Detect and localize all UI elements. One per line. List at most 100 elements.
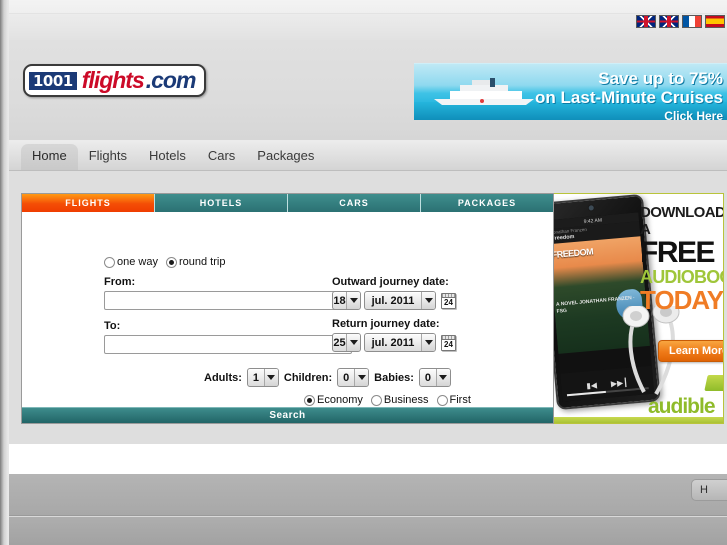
- flight-search-panel: FLIGHTS HOTELS CARS PACKAGES one way rou…: [21, 193, 554, 424]
- outward-date-row: 18 jul. 2011 24: [332, 291, 522, 310]
- outward-calendar-icon[interactable]: 24: [441, 292, 456, 309]
- audible-line-1: DOWNLOAD A: [640, 204, 724, 238]
- logo-tld: .com: [145, 67, 197, 93]
- first-label: First: [449, 394, 471, 406]
- audible-line-3: AUDIOBOOK: [640, 267, 723, 287]
- from-label: From:: [104, 276, 136, 288]
- search-tab-strip: FLIGHTS HOTELS CARS PACKAGES: [22, 194, 553, 212]
- audible-headline-block: DOWNLOAD A FREE AUDIOBOOK TODAY: [640, 204, 723, 314]
- browser-left-edge: [0, 0, 9, 545]
- learn-more-button[interactable]: Learn More: [658, 340, 723, 362]
- outward-month-select[interactable]: jul. 2011: [364, 291, 436, 310]
- book-cover-title: FREEDOM: [554, 246, 594, 261]
- browser-viewport: 1001 flights .com Save up to 75% on Last…: [0, 0, 727, 545]
- audible-line-2: FREE: [640, 236, 716, 269]
- origin-destination-column: From: To:: [104, 276, 354, 354]
- from-input[interactable]: [104, 291, 352, 310]
- previous-track-icon: ▮◀: [585, 380, 598, 390]
- babies-label: Babies:: [374, 371, 414, 384]
- nav-item-home[interactable]: Home: [21, 144, 78, 170]
- adults-label: Adults:: [204, 371, 242, 384]
- outward-month-value: jul. 2011: [371, 294, 415, 307]
- to-input[interactable]: [104, 335, 352, 354]
- tab-flights[interactable]: FLIGHTS: [22, 194, 155, 212]
- return-month-value: jul. 2011: [371, 336, 415, 349]
- language-selector: [636, 15, 725, 28]
- one-way-radio[interactable]: [104, 256, 115, 268]
- chevron-down-icon: [421, 334, 435, 351]
- outward-date-label: Outward journey date:: [332, 276, 449, 288]
- chevron-down-icon: [421, 292, 435, 309]
- audible-accent-bar: [554, 417, 723, 423]
- main-navigation: Home Flights Hotels Cars Packages: [9, 140, 727, 171]
- audible-line-4: TODAY: [640, 285, 724, 315]
- first-radio[interactable]: [436, 394, 448, 406]
- children-select[interactable]: 0: [337, 368, 370, 387]
- spanish-flag-icon[interactable]: [705, 15, 725, 28]
- chevron-down-icon: [354, 369, 369, 386]
- business-radio[interactable]: [370, 394, 382, 406]
- page-content: FLIGHTS HOTELS CARS PACKAGES one way rou…: [9, 171, 727, 444]
- trip-type-group: one way round trip: [104, 256, 231, 268]
- french-flag-icon[interactable]: [682, 15, 702, 28]
- browser-top-strip: [9, 0, 727, 14]
- round-trip-radio[interactable]: [165, 256, 177, 268]
- nav-item-flights[interactable]: Flights: [78, 144, 138, 170]
- site-logo[interactable]: 1001 flights .com: [23, 64, 207, 97]
- logo-number: 1001: [29, 71, 77, 90]
- chevron-down-icon: [263, 369, 278, 386]
- return-day-select[interactable]: 25: [332, 333, 361, 352]
- audible-brand-name: audible: [648, 395, 716, 418]
- tab-cars[interactable]: CARS: [288, 194, 421, 212]
- return-day-value: 25: [333, 336, 346, 349]
- babies-select[interactable]: 0: [418, 368, 451, 387]
- passengers-row: Adults: 1 Children: 0 Babies: 0: [204, 368, 451, 387]
- outward-day-value: 18: [333, 294, 346, 307]
- cruise-banner-text: Save up to 75% on Last-Minute Cruises Cl…: [493, 69, 723, 120]
- return-date-row: 25 jul. 2011 24: [332, 333, 522, 352]
- adults-select[interactable]: 1: [246, 368, 279, 387]
- page-whitespace: [9, 444, 727, 474]
- tab-hotels[interactable]: HOTELS: [155, 194, 288, 212]
- cruise-headline-2: on Last-Minute Cruises: [535, 88, 723, 107]
- return-calendar-icon[interactable]: 24: [441, 334, 456, 351]
- phone-camera-icon: [587, 204, 596, 212]
- chevron-down-icon: [346, 334, 360, 351]
- search-and-ad-row: FLIGHTS HOTELS CARS PACKAGES one way rou…: [21, 193, 724, 424]
- search-form: one way round trip From: To: Outward jou…: [22, 212, 553, 407]
- cruise-cta-link[interactable]: Click Here: [493, 109, 723, 120]
- business-label: Business: [383, 394, 429, 406]
- economy-radio[interactable]: [304, 394, 315, 406]
- nav-item-cars[interactable]: Cars: [197, 144, 246, 170]
- audible-logo-mark: [704, 375, 723, 391]
- round-trip-label: round trip: [178, 256, 226, 268]
- return-date-label: Return journey date:: [332, 318, 440, 330]
- english-gb-flag-icon[interactable]: [659, 15, 679, 28]
- footer-band-upper: [9, 474, 727, 516]
- chevron-down-icon: [435, 369, 450, 386]
- footer-band-lower: [9, 517, 727, 545]
- search-button[interactable]: Search: [22, 407, 553, 423]
- english-uk-flag-icon[interactable]: [636, 15, 656, 28]
- cruise-advertisement-banner[interactable]: Save up to 75% on Last-Minute Cruises Cl…: [414, 63, 727, 120]
- to-label: To:: [104, 320, 121, 332]
- logo-word: flights: [81, 67, 145, 93]
- one-way-label: one way: [117, 256, 158, 268]
- nav-item-packages[interactable]: Packages: [246, 144, 325, 170]
- site-top-bar: [9, 14, 727, 40]
- children-label: Children:: [283, 371, 333, 384]
- children-value: 0: [343, 371, 350, 384]
- return-calendar-day: 24: [444, 339, 453, 349]
- economy-label: Economy: [317, 394, 363, 406]
- outward-day-select[interactable]: 18: [332, 291, 361, 310]
- nav-item-hotels[interactable]: Hotels: [138, 144, 197, 170]
- dates-column: Outward journey date: 18 jul. 2011 24 Re…: [332, 276, 522, 360]
- cruise-headline-1: Save up to 75%: [598, 69, 723, 88]
- clipped-footer-button[interactable]: H: [691, 479, 727, 501]
- chevron-down-icon: [346, 292, 360, 309]
- adults-value: 1: [252, 371, 259, 384]
- return-month-select[interactable]: jul. 2011: [364, 333, 436, 352]
- tab-packages[interactable]: PACKAGES: [421, 194, 553, 212]
- audible-advertisement[interactable]: 9:42 AM Jonathan Franzen Freedom FREEDOM…: [554, 193, 724, 424]
- outward-calendar-day: 24: [444, 297, 453, 307]
